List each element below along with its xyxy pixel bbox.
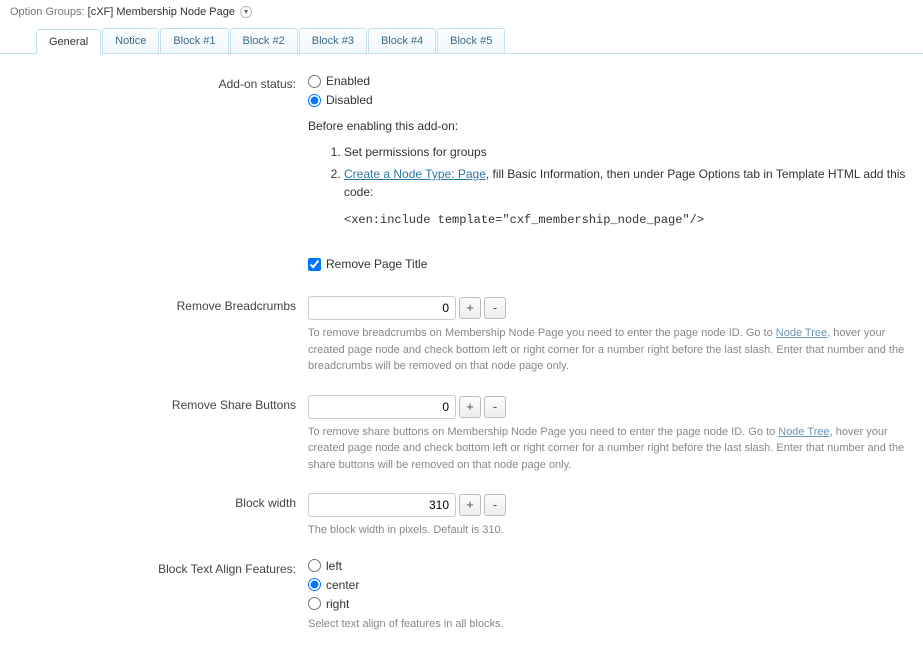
tabs-bar: General Notice Block #1 Block #2 Block #… [0, 28, 923, 54]
radio-enabled-input[interactable] [308, 75, 321, 88]
intro-text: Before enabling this add-on: [308, 119, 913, 133]
node-tree-link-1[interactable]: Node Tree [776, 327, 827, 339]
radio-align-right-label: right [326, 597, 349, 611]
width-minus-button[interactable]: - [484, 494, 506, 516]
remove-breadcrumbs-input[interactable] [308, 296, 456, 320]
block-width-help: The block width in pixels. Default is 31… [308, 522, 908, 539]
tab-block-2[interactable]: Block #2 [230, 28, 298, 53]
node-tree-link-2[interactable]: Node Tree [778, 426, 829, 438]
instruction-2: Create a Node Type: Page, fill Basic Inf… [344, 165, 913, 201]
remove-share-label: Remove Share Buttons [10, 395, 308, 412]
dropdown-icon[interactable]: ▾ [240, 6, 252, 18]
radio-disabled-input[interactable] [308, 94, 321, 107]
share-plus-button[interactable]: + [459, 396, 481, 418]
option-groups-header: Option Groups: [cXF] Membership Node Pag… [0, 0, 923, 24]
remove-share-input[interactable] [308, 395, 456, 419]
tab-notice[interactable]: Notice [102, 28, 159, 53]
remove-page-title[interactable]: Remove Page Title [308, 257, 913, 271]
instruction-1: Set permissions for groups [344, 143, 913, 161]
tab-block-1[interactable]: Block #1 [160, 28, 228, 53]
tab-general[interactable]: General [36, 29, 101, 54]
create-node-link[interactable]: Create a Node Type: Page [344, 167, 486, 181]
radio-align-right-input[interactable] [308, 597, 321, 610]
remove-breadcrumbs-label: Remove Breadcrumbs [10, 296, 308, 313]
breadcrumbs-minus-button[interactable]: - [484, 297, 506, 319]
radio-align-center-input[interactable] [308, 578, 321, 591]
block-width-input[interactable] [308, 493, 456, 517]
radio-align-left-input[interactable] [308, 559, 321, 572]
share-minus-button[interactable]: - [484, 396, 506, 418]
radio-disabled-label: Disabled [326, 93, 373, 107]
radio-enabled[interactable]: Enabled [308, 74, 913, 88]
group-name: [cXF] Membership Node Page [88, 6, 235, 18]
addon-status-label: Add-on status: [10, 74, 308, 91]
form-area: Add-on status: Enabled Disabled Before e… [0, 54, 923, 648]
radio-align-left-label: left [326, 559, 342, 573]
tab-block-3[interactable]: Block #3 [299, 28, 367, 53]
block-width-label: Block width [10, 493, 308, 510]
radio-enabled-label: Enabled [326, 74, 370, 88]
remove-page-title-label: Remove Page Title [326, 257, 427, 271]
text-align-help: Select text align of features in all blo… [308, 616, 908, 633]
radio-align-left[interactable]: left [308, 559, 913, 573]
remove-page-title-checkbox[interactable] [308, 258, 321, 271]
text-align-label: Block Text Align Features: [10, 559, 308, 576]
tab-block-5[interactable]: Block #5 [437, 28, 505, 53]
radio-align-center[interactable]: center [308, 578, 913, 592]
tab-block-4[interactable]: Block #4 [368, 28, 436, 53]
radio-align-center-label: center [326, 578, 359, 592]
groups-prefix: Option Groups: [10, 6, 85, 18]
width-plus-button[interactable]: + [459, 494, 481, 516]
remove-breadcrumbs-help: To remove breadcrumbs on Membership Node… [308, 325, 908, 375]
code-snippet: <xen:include template="cxf_membership_no… [344, 213, 913, 227]
radio-align-right[interactable]: right [308, 597, 913, 611]
radio-disabled[interactable]: Disabled [308, 93, 913, 107]
breadcrumbs-plus-button[interactable]: + [459, 297, 481, 319]
instructions-list: Set permissions for groups Create a Node… [344, 143, 913, 201]
remove-share-help: To remove share buttons on Membership No… [308, 424, 908, 474]
